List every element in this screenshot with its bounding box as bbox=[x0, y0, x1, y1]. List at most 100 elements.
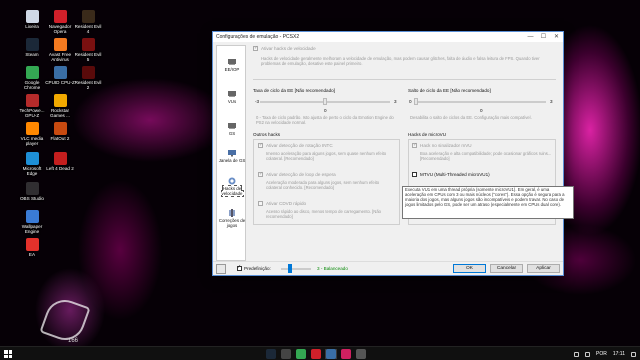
app-icon bbox=[25, 210, 39, 223]
intc-spin-checkbox[interactable] bbox=[258, 142, 263, 148]
ok-button[interactable]: OK bbox=[453, 264, 486, 273]
volume-icon[interactable] bbox=[585, 351, 590, 357]
hack-icon bbox=[228, 177, 236, 185]
music-icon[interactable] bbox=[341, 349, 351, 359]
desktop-icon[interactable]: Google Chrome bbox=[17, 66, 47, 90]
minimize-button[interactable]: — bbox=[524, 32, 537, 42]
divider bbox=[253, 79, 556, 80]
app-icon bbox=[53, 66, 67, 79]
nav-item-gs-window[interactable]: Janela de GS bbox=[217, 149, 247, 163]
desktop-icon[interactable]: OBS Studio bbox=[17, 182, 47, 201]
desktop-icon-label: Resident Evil 2 bbox=[74, 80, 102, 91]
desktop-icon[interactable]: CPUID CPU-Z bbox=[45, 66, 75, 85]
maximize-button[interactable]: ☐ bbox=[537, 32, 550, 42]
obs-icon[interactable] bbox=[356, 349, 366, 359]
ee-cycle-rate-max: 3 bbox=[394, 99, 397, 104]
desktop-icon[interactable]: TechPowe... GPU-Z bbox=[17, 94, 47, 118]
desktop-icon[interactable]: FlatOut 2 bbox=[45, 122, 75, 141]
mvu-flag-checkbox[interactable] bbox=[412, 142, 417, 148]
preset-slider-thumb[interactable] bbox=[288, 264, 292, 273]
desktop-icon-label: Resident Evil 5 bbox=[74, 52, 102, 63]
desktop-icon-label: EA bbox=[28, 252, 36, 257]
app-icon bbox=[53, 10, 67, 23]
dialog-title: Configurações de emulação - PCSX2 bbox=[216, 34, 300, 40]
chip-icon bbox=[228, 123, 236, 129]
nav-item-game-fixes[interactable]: Correções de jogos bbox=[217, 209, 247, 228]
desktop-icon[interactable]: Navegador Opera bbox=[45, 10, 75, 34]
pcsx2-icon[interactable] bbox=[326, 349, 336, 359]
desktop-icon[interactable]: VLC media player bbox=[17, 122, 47, 146]
desktop-icon[interactable]: Rockstar Games ... bbox=[45, 94, 75, 118]
app-icon bbox=[25, 66, 39, 79]
ee-cycle-skip-note: Desabilita o salto de ciclos da EE. Conf… bbox=[410, 115, 532, 120]
settings-icon[interactable] bbox=[216, 264, 226, 274]
ee-cycle-rate-slider-thumb[interactable] bbox=[323, 98, 327, 105]
nav-item-ee-iop[interactable]: EE/IOP bbox=[217, 58, 247, 72]
app-icon bbox=[81, 38, 95, 51]
opera-icon[interactable] bbox=[311, 349, 321, 359]
chip-icon bbox=[228, 59, 236, 65]
steam-icon[interactable] bbox=[266, 349, 276, 359]
close-button[interactable]: ✕ bbox=[550, 32, 563, 42]
desktop-icon[interactable]: Steam bbox=[17, 38, 47, 57]
nav-item-label: GS bbox=[228, 131, 236, 136]
ee-cycle-skip-slider-thumb[interactable] bbox=[414, 98, 418, 105]
wait-loop-checkbox[interactable] bbox=[258, 171, 263, 177]
ee-cycle-rate-title: Taxa de ciclo da EE [Não recomendado] bbox=[253, 88, 335, 93]
desktop-icon-label: Rockstar Games ... bbox=[50, 108, 70, 119]
app-icon bbox=[53, 152, 67, 165]
desktop-icon-label: OBS Studio bbox=[19, 196, 44, 201]
desktop-icon[interactable]: Left 4 Dead 2 bbox=[45, 152, 75, 171]
chrome-icon[interactable] bbox=[296, 349, 306, 359]
desktop-icon-label: Wallpaper Engine bbox=[21, 224, 43, 235]
clock[interactable]: 17:11 bbox=[613, 351, 625, 357]
desktop-icon-label: FlatOut 2 bbox=[50, 136, 70, 141]
desktop-icon-label: Google Chrome bbox=[23, 80, 41, 91]
wallpaper-signature bbox=[39, 294, 91, 346]
enable-speed-hacks-checkbox[interactable] bbox=[253, 45, 258, 51]
desktop-icon[interactable]: Lixeira bbox=[17, 10, 47, 29]
language-indicator[interactable]: POR bbox=[596, 351, 607, 357]
intc-spin-description: Imenso aceleração para alguns jogos, sem… bbox=[266, 151, 387, 161]
desktop-icon[interactable]: EA bbox=[17, 238, 47, 257]
preset-slider[interactable] bbox=[281, 268, 311, 270]
ee-cycle-rate-note: 0 - Taxa de ciclo padrão. Isto ajusta de… bbox=[256, 115, 394, 125]
mvu-flag-description: Boa aceleração e alta compatibilidade; p… bbox=[420, 151, 552, 161]
apply-button[interactable]: Aplicar bbox=[527, 264, 560, 273]
cancel-button[interactable]: Cancelar bbox=[490, 264, 523, 273]
desktop-icon[interactable]: Resident Evil 4 bbox=[73, 10, 103, 34]
desktop-icon[interactable]: Wallpaper Engine bbox=[17, 210, 47, 234]
fast-cdvd-checkbox[interactable] bbox=[258, 201, 263, 206]
desktop-icon[interactable]: Resident Evil 2 bbox=[73, 66, 103, 90]
ee-cycle-rate-min: -3 bbox=[255, 99, 260, 104]
settings-nav: EE/IOP VUs GS Janela de GS Hacks de velo… bbox=[216, 45, 246, 261]
nav-item-speed-hacks[interactable]: Hacks de velocidade bbox=[217, 177, 247, 197]
dialog-titlebar[interactable]: Configurações de emulação - PCSX2 — ☐ ✕ bbox=[213, 32, 563, 42]
windows-start-button[interactable] bbox=[4, 350, 12, 358]
taskbar: POR 17:11 bbox=[0, 346, 640, 360]
ee-cycle-skip-slider[interactable] bbox=[414, 101, 546, 103]
fast-cdvd-description: Acesso rápido ao disco, menos tempo de c… bbox=[266, 209, 381, 219]
desktop-icon[interactable]: Resident Evil 5 bbox=[73, 38, 103, 62]
desktop-icon[interactable]: Microsoft Edge bbox=[17, 152, 47, 176]
mtvu-tooltip: Executa VU1 em uma thread própria (somen… bbox=[402, 186, 574, 219]
nav-item-vus[interactable]: VUs bbox=[217, 90, 247, 104]
network-icon[interactable] bbox=[574, 351, 579, 357]
ee-cycle-rate-value: 0 bbox=[324, 108, 327, 113]
game-icon[interactable] bbox=[281, 349, 291, 359]
mtvu-checkbox[interactable] bbox=[412, 172, 417, 177]
dialog-body: EE/IOP VUs GS Janela de GS Hacks de velo… bbox=[213, 42, 563, 261]
ee-cycle-skip-max: 3 bbox=[550, 99, 553, 104]
app-icon bbox=[25, 238, 39, 251]
desktop-icon[interactable]: Avast Free Antivirus bbox=[45, 38, 75, 62]
other-hacks-title: Outros hacks bbox=[253, 132, 281, 137]
notification-icon[interactable] bbox=[631, 351, 636, 357]
app-icon bbox=[81, 66, 95, 79]
wait-loop-description: Aceleração moderada para alguns jogos, s… bbox=[266, 180, 380, 190]
nav-item-gs[interactable]: GS bbox=[217, 122, 247, 136]
ee-cycle-skip-min: 0 bbox=[409, 99, 412, 104]
preset-value: 3 - Balanceado bbox=[317, 266, 348, 271]
nav-item-label: Janela de GS bbox=[218, 158, 246, 163]
app-icon bbox=[25, 38, 39, 51]
enable-speed-hacks-label: Ativar hacks de velocidade bbox=[261, 46, 316, 51]
